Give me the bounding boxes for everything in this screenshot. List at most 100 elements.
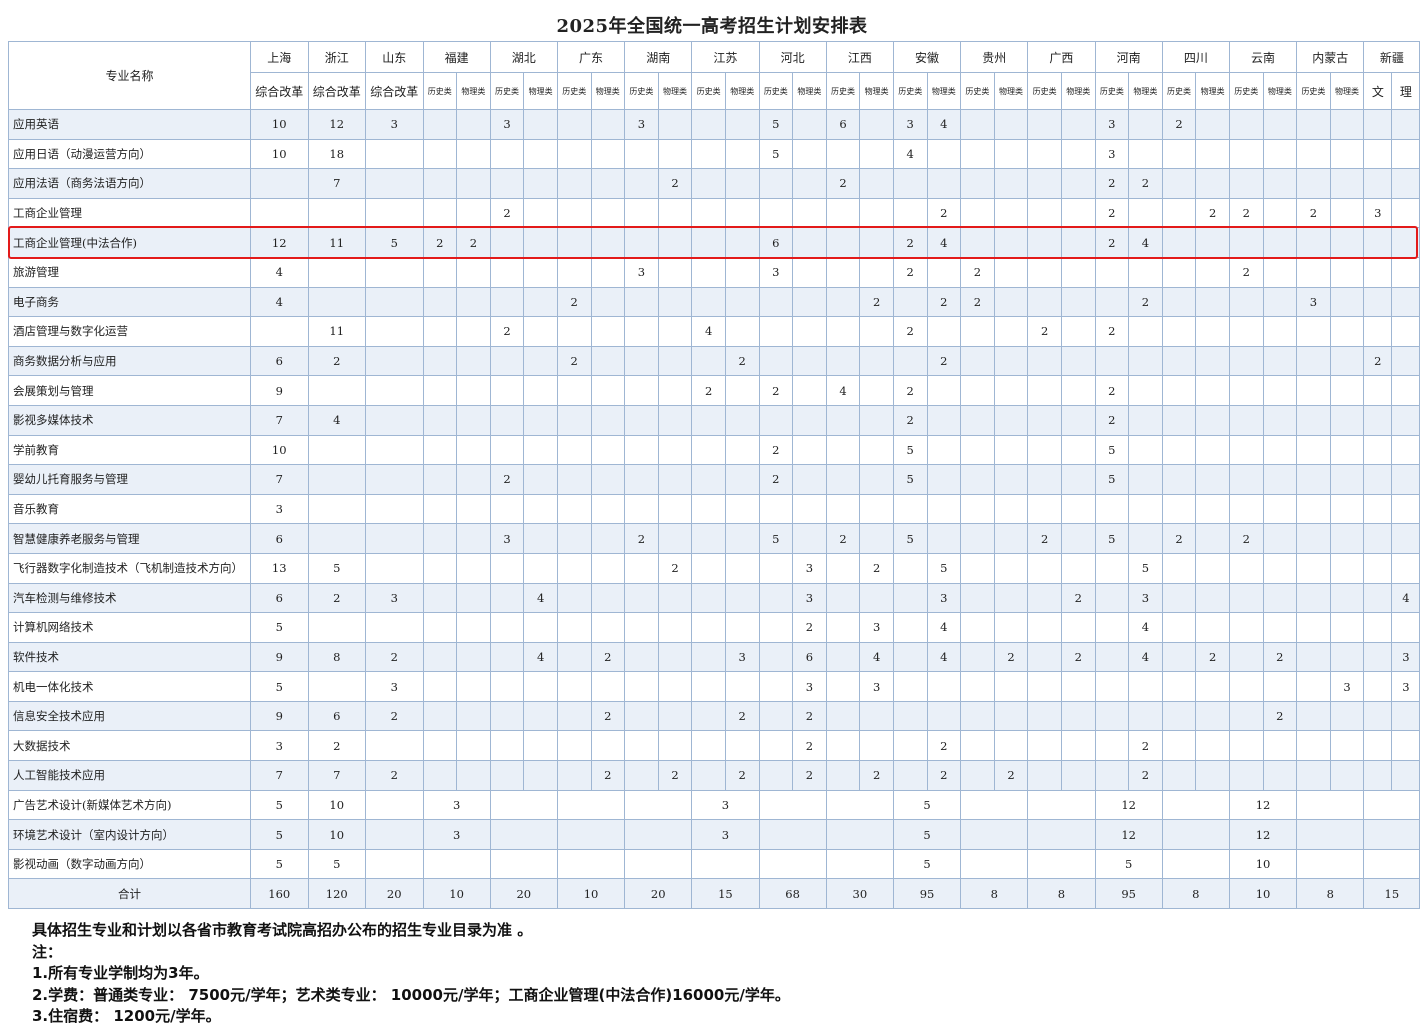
- table-cell: [1161, 227, 1197, 258]
- table-cell: 4: [825, 375, 861, 406]
- table-cell: 3: [365, 582, 424, 614]
- table-cell: [825, 700, 861, 732]
- table-cell: [1195, 552, 1230, 584]
- table-cell: [960, 168, 995, 199]
- table-cell: [724, 582, 760, 614]
- table-cell: [556, 168, 592, 199]
- table-cell: [960, 109, 995, 140]
- table-cell: [993, 582, 1029, 614]
- table-cell: [1060, 523, 1096, 554]
- column-header-major: 专业名称: [8, 41, 251, 110]
- table-cell: [657, 286, 693, 318]
- table-cell: [691, 641, 726, 673]
- table-cell: [456, 671, 491, 702]
- table-cell: [1161, 730, 1197, 762]
- table-cell: [926, 464, 962, 495]
- track-header: 历史类: [422, 72, 458, 110]
- table-cell: [859, 316, 894, 347]
- table-cell: 4: [926, 227, 962, 258]
- table-cell: [523, 316, 558, 347]
- table-cell: [624, 612, 659, 643]
- table-cell: [365, 523, 424, 554]
- total-row: 合计 160 120 20 10 20 10 20 15 68 30 95 8 8 95 8 10 8 15: [8, 878, 1421, 910]
- table-cell: [1027, 286, 1062, 318]
- table-cell: [724, 671, 760, 702]
- table-cell: [1027, 582, 1062, 614]
- table-cell: 3: [792, 552, 827, 584]
- table-cell: 4: [523, 641, 558, 673]
- table-cell: [657, 730, 693, 762]
- note-line: 2.学费：普通类专业： 7500元/学年；艺术类专业： 10000元/学年；工商…: [32, 985, 790, 1004]
- table-cell: [1161, 434, 1197, 466]
- table-cell: [590, 612, 626, 643]
- table-cell: 3: [1391, 641, 1421, 673]
- table-cell: [365, 789, 424, 821]
- table-cell: [1094, 700, 1130, 732]
- table-cell: [489, 582, 525, 614]
- table-row: 广告艺术设计(新媒体艺术方向) 5 10 3 3 5 12 12: [8, 789, 1421, 821]
- table-cell: [422, 464, 458, 495]
- table-cell: [859, 375, 894, 406]
- table-cell: [556, 582, 592, 614]
- table-cell: [523, 434, 558, 466]
- table-cell: [523, 404, 558, 436]
- table-cell: [556, 197, 592, 229]
- table-cell: [892, 493, 928, 525]
- table-cell: [624, 138, 659, 170]
- table-cell: [657, 523, 693, 554]
- table-cell: 3: [250, 493, 309, 525]
- table-cell: 2: [1027, 523, 1062, 554]
- table-cell: [422, 730, 458, 762]
- table-cell: [556, 227, 592, 258]
- track-header: 物理类: [1329, 72, 1365, 110]
- table-cell: [489, 819, 558, 850]
- table-cell: 9: [250, 700, 309, 732]
- table-cell: [1262, 375, 1298, 406]
- table-cell: 2: [422, 227, 458, 258]
- table-cell: [1363, 730, 1393, 762]
- table-row: 工商企业管理(中法合作) 12 11 5 2 2 6 2 4 2 4: [8, 227, 1421, 258]
- table-cell: [1195, 316, 1230, 347]
- table-cell: [307, 256, 366, 288]
- table-cell: [1296, 523, 1331, 554]
- table-cell: [1060, 434, 1096, 466]
- table-cell: [792, 256, 827, 288]
- table-cell: 13: [250, 552, 309, 584]
- table-cell: [657, 197, 693, 229]
- table-cell: 5: [758, 523, 794, 554]
- table-cell: [489, 256, 525, 288]
- table-cell: [489, 493, 525, 525]
- table-cell: [590, 582, 626, 614]
- table-cell: [250, 197, 309, 229]
- province-header: 湖北: [489, 41, 558, 73]
- table-cell: [993, 227, 1029, 258]
- table-cell: [960, 375, 995, 406]
- major-name: 音乐教育: [8, 493, 251, 525]
- table-cell: [1128, 197, 1163, 229]
- table-cell: [1027, 819, 1096, 850]
- table-cell: [691, 138, 726, 170]
- table-cell: 6: [250, 582, 309, 614]
- table-cell: [556, 819, 626, 850]
- table-cell: [960, 434, 995, 466]
- table-cell: [624, 286, 659, 318]
- table-cell: [1363, 464, 1393, 495]
- table-cell: 2: [1128, 730, 1163, 762]
- table-cell: 2: [892, 404, 928, 436]
- total-cell: 95: [892, 878, 962, 910]
- table-cell: [456, 434, 491, 466]
- table-cell: [926, 168, 962, 199]
- table-cell: [657, 256, 693, 288]
- table-cell: [960, 848, 1029, 880]
- table-cell: 2: [556, 345, 592, 377]
- table-cell: 2: [892, 227, 928, 258]
- table-cell: 3: [365, 109, 424, 140]
- table-cell: [691, 168, 726, 199]
- table-cell: 2: [1128, 168, 1163, 199]
- table-cell: [590, 671, 626, 702]
- table-cell: [1329, 612, 1365, 643]
- table-cell: [1363, 552, 1393, 584]
- table-cell: [624, 345, 659, 377]
- table-cell: 4: [523, 582, 558, 614]
- table-cell: 2: [1296, 197, 1331, 229]
